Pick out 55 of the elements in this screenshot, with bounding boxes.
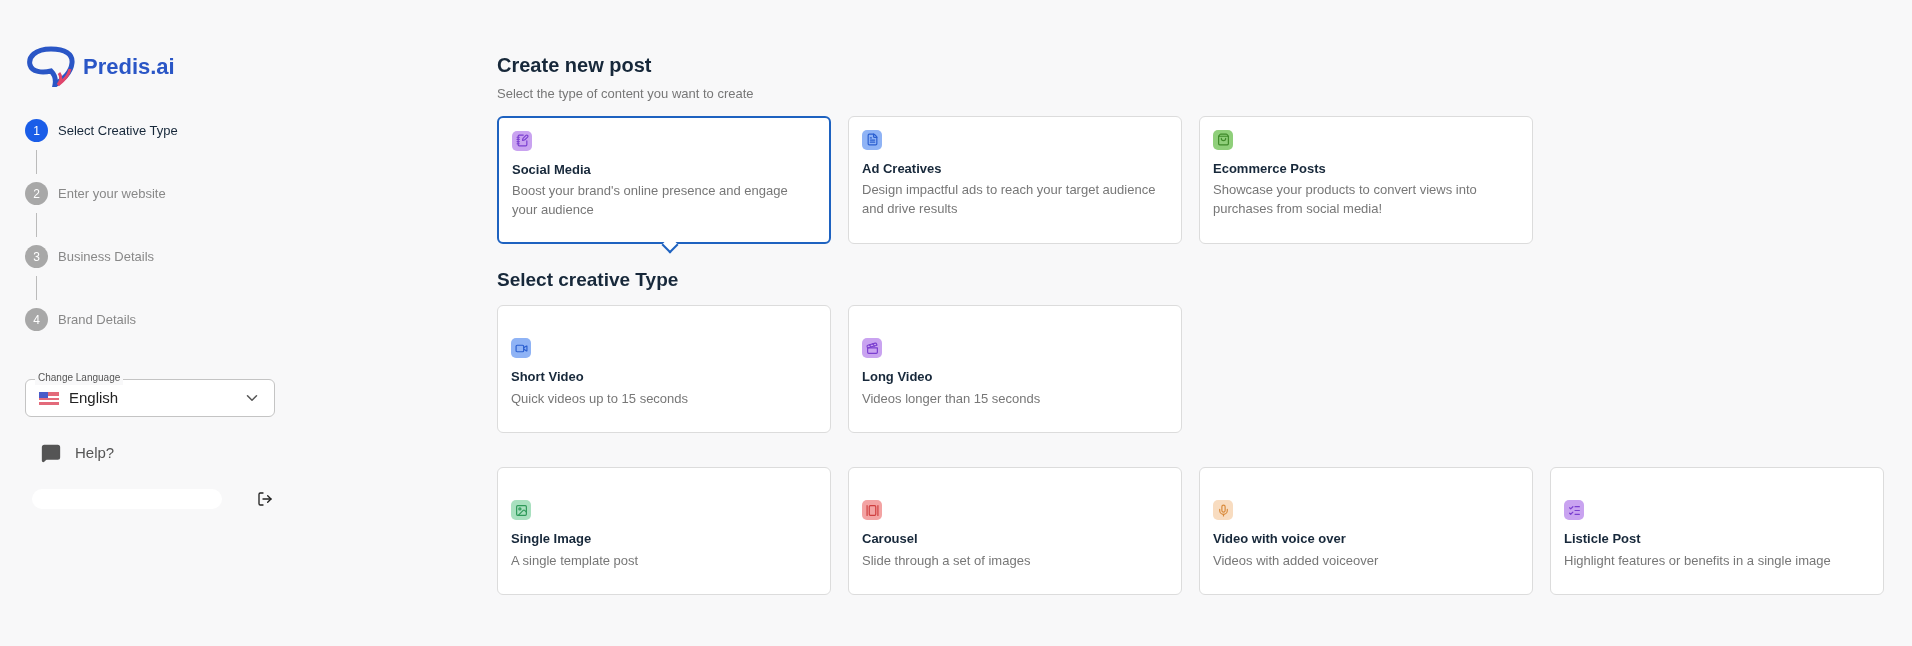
card-description: Videos with added voiceover (1213, 551, 1380, 570)
language-value: English (69, 387, 119, 408)
language-label: Change Language (35, 371, 124, 385)
flag-icon (39, 391, 59, 405)
step-number: 4 (25, 308, 48, 331)
option-card[interactable]: Ecommerce Posts Showcase your products to convert views into purchases from social media! (1199, 115, 1533, 244)
card-description: Slide through a set of images (862, 551, 1032, 570)
card-description: Videos longer than 15 seconds (862, 389, 1042, 408)
card-description: Showcase your products to convert views into purchases from social media! (1213, 181, 1478, 218)
card-description: Design impactful ads to reach your target audience and drive results (862, 181, 1157, 218)
document-icon (862, 129, 882, 150)
chat-icon (41, 443, 61, 464)
logout-icon[interactable] (257, 490, 273, 507)
step-label: Enter your website (58, 184, 166, 203)
option-card[interactable]: Long Video Videos longer than 15 seconds (848, 305, 1182, 433)
image-icon (511, 500, 531, 520)
card-title: Long Video (862, 368, 934, 386)
video-camera-icon (511, 338, 531, 358)
help-link[interactable]: Help? (41, 442, 115, 465)
card-title: Short Video (511, 368, 585, 386)
option-card[interactable]: Carousel Slide through a set of images (848, 467, 1182, 595)
card-description: Highlight features or benefits in a single image (1564, 551, 1832, 570)
logo-icon (25, 45, 77, 87)
gallery-icon (862, 500, 882, 520)
option-card[interactable]: Ad Creatives Design impactful ads to reach your target audience and drive results (848, 115, 1182, 244)
bag-icon (1213, 129, 1233, 150)
page-subtitle: Select the type of content you want to create (497, 85, 755, 103)
option-card[interactable]: Single Image A single template post (497, 467, 831, 595)
checklist-icon (1564, 500, 1584, 520)
option-card[interactable]: Social Media Boost your brand's online presence and engage your audience (497, 115, 831, 244)
card-title: Social Media (512, 160, 592, 179)
step-number: 3 (25, 245, 48, 268)
brand-name: Predis.ai (83, 52, 175, 81)
card-title: Ecommerce Posts (1213, 159, 1327, 178)
section-title: Select creative Type (497, 267, 680, 292)
card-title: Carousel (862, 530, 919, 548)
clapperboard-icon (862, 338, 882, 358)
card-title: Listicle Post (1564, 530, 1642, 548)
step-number: 1 (25, 119, 48, 142)
notepad-icon (512, 130, 532, 151)
card-description: Boost your brand's online presence and engage your audience (512, 182, 789, 219)
option-card[interactable]: Listicle Post Highlight features or benefits in a single image (1550, 467, 1884, 595)
card-description: Quick videos up to 15 seconds (511, 389, 690, 408)
page-title: Create new post (497, 53, 653, 78)
option-card[interactable]: Short Video Quick videos up to 15 seconds (497, 305, 831, 433)
card-title: Ad Creatives (862, 159, 943, 178)
step-label: Brand Details (58, 310, 137, 329)
card-description: A single template post (511, 551, 640, 570)
step-label: Business Details (58, 247, 155, 266)
step-label: Select Creative Type (58, 121, 178, 140)
card-title: Video with voice over (1213, 530, 1347, 548)
microphone-icon (1213, 500, 1233, 520)
card-title: Single Image (511, 530, 593, 548)
option-card[interactable]: Video with voice over Videos with added voiceover (1199, 467, 1533, 595)
step-number: 2 (25, 182, 48, 205)
